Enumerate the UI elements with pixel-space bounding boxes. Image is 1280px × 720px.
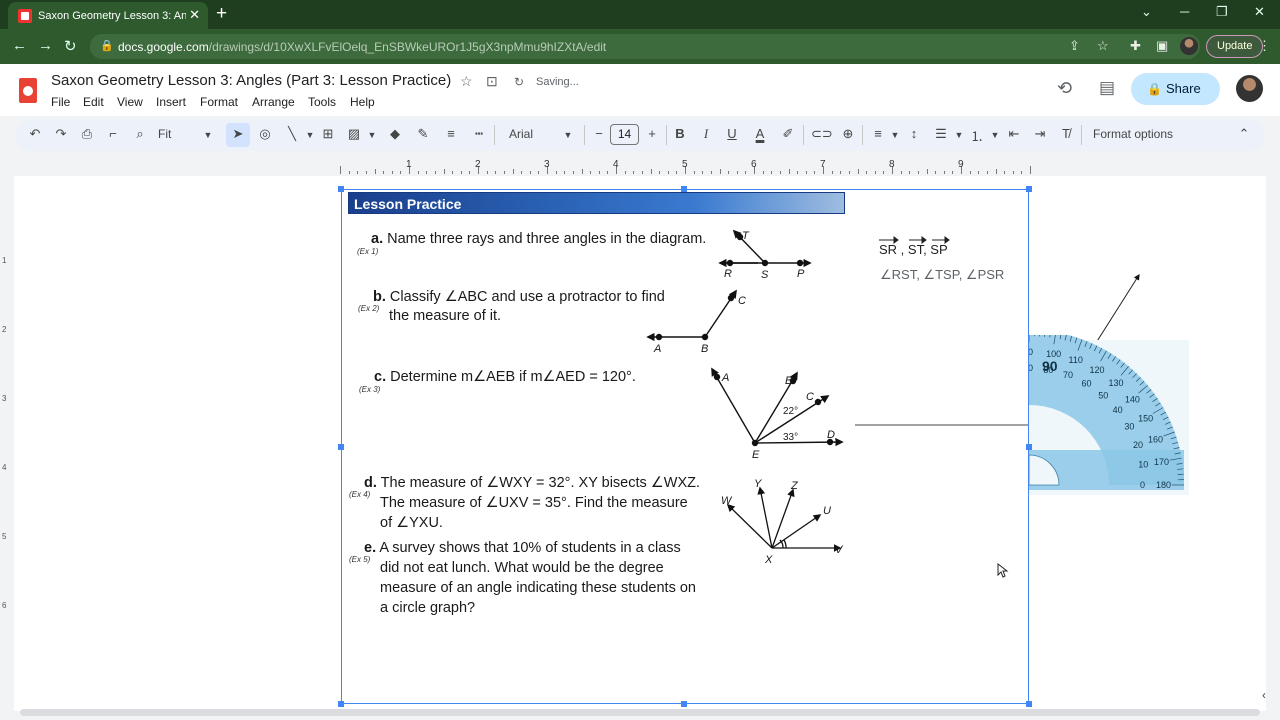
protractor-center-label: 90: [1042, 358, 1058, 374]
protractor-outer-label: 90: [1029, 347, 1033, 357]
horizontal-scrollbar[interactable]: [20, 709, 1260, 716]
side-panel-expand-icon[interactable]: ‹: [1262, 688, 1280, 706]
protractor-inner-label: 10: [1138, 460, 1148, 470]
protractor-outer-label: 160: [1148, 435, 1163, 445]
selection-outline: [341, 189, 1029, 704]
protractor-outer-label: 180: [1156, 480, 1171, 490]
protractor-outer-label: 150: [1138, 414, 1153, 424]
protractor-outer-label: 130: [1108, 378, 1123, 388]
protractor-outer-label: 110: [1068, 355, 1082, 365]
protractor-inner-label: 50: [1098, 390, 1108, 400]
protractor-outer-label: 170: [1154, 457, 1169, 467]
resize-handle-t[interactable]: [681, 186, 687, 192]
protractor-inner-label: 0: [1140, 480, 1145, 490]
resize-handle-r[interactable]: [1026, 444, 1032, 450]
mouse-cursor-icon: [997, 563, 1009, 578]
protractor-inner-label: 40: [1113, 405, 1123, 415]
protractor-outer-label: 140: [1125, 395, 1140, 405]
resize-handle-l[interactable]: [338, 444, 344, 450]
resize-handle-bl[interactable]: [338, 701, 344, 707]
resize-handle-br[interactable]: [1026, 701, 1032, 707]
resize-handle-tl[interactable]: [338, 186, 344, 192]
protractor-inner-label: 90: [1029, 363, 1033, 373]
protractor-inner-label: 60: [1082, 379, 1092, 389]
resize-handle-b[interactable]: [681, 701, 687, 707]
protractor-outer-label: 120: [1090, 365, 1105, 375]
protractor-inner-label: 30: [1124, 422, 1134, 432]
protractor-inner-label: 20: [1133, 440, 1143, 450]
resize-handle-tr[interactable]: [1026, 186, 1032, 192]
protractor-inner-label: 70: [1063, 370, 1073, 380]
